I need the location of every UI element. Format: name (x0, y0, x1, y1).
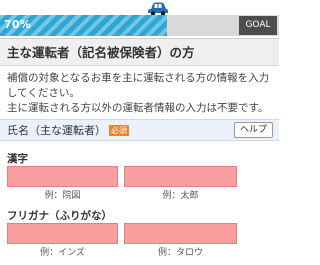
goal-label: GOAL (239, 16, 277, 35)
section-description: 補償の対象となるお車を主に運転される方の情報を入力してください。 主に運転される… (7, 71, 275, 116)
name-field-label: 氏名（主な運転者） 必須 (7, 120, 129, 141)
kana-last-name-input[interactable] (7, 223, 118, 244)
kanji-first-name-example: 例：太郎 (162, 191, 199, 201)
progress-percent: 70% (4, 18, 31, 31)
section-title: 主な運転者（記名被保険者）の方 (0, 38, 279, 66)
progress-track: 70% GOAL (0, 15, 279, 36)
kana-first-name-input[interactable] (124, 223, 237, 244)
name-field-label-text: 氏名（主な運転者） (7, 124, 106, 137)
kanji-last-name-example: 例：院図 (44, 191, 81, 201)
progress-indicator: 70% GOAL (0, 0, 279, 38)
kana-first-name-example: 例：タロウ (157, 248, 203, 258)
kanji-label: 漢字 (7, 153, 28, 165)
name-field-header: 氏名（主な運転者） 必須 ヘルプ (0, 119, 279, 141)
help-button[interactable]: ヘルプ (234, 122, 273, 138)
required-badge: 必須 (109, 125, 129, 136)
kanji-last-name-input[interactable] (7, 166, 118, 187)
kanji-first-name-input[interactable] (124, 166, 237, 187)
kana-label: フリガナ（ふりがな） (7, 210, 112, 222)
description-line-1: 補償の対象となるお車を主に運転される方の情報を入力してください。 (7, 72, 270, 99)
car-icon (148, 2, 168, 16)
description-line-2: 主に運転される方以外の運転者情報の入力は不要です。 (7, 102, 269, 114)
kana-last-name-example: 例：インズ (40, 248, 85, 258)
